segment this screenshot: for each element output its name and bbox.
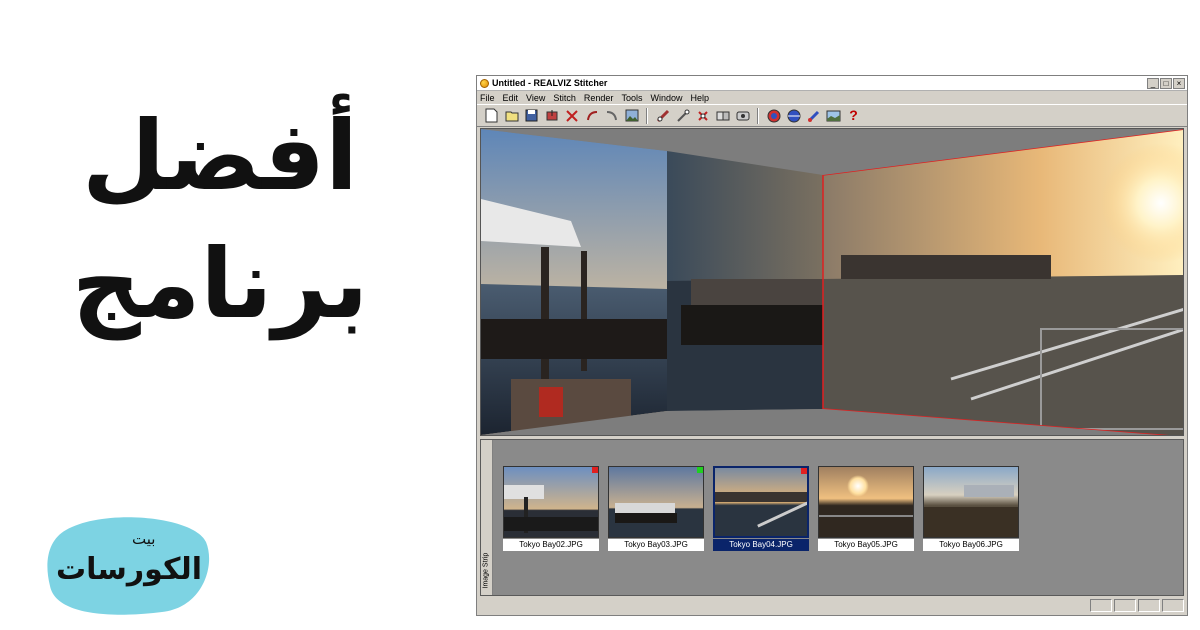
headline-line-2: برنامج [71, 228, 369, 340]
app-icon [480, 78, 489, 88]
brush-icon[interactable] [805, 107, 822, 124]
menu-render[interactable]: Render [584, 93, 614, 103]
delete-stitch-icon[interactable] [694, 107, 711, 124]
thumbnail-2[interactable]: Tokyo Bay03.JPG [608, 466, 704, 552]
close-button[interactable]: × [1173, 77, 1185, 89]
minimize-button[interactable]: _ [1147, 77, 1159, 89]
thumbnail-1[interactable]: Tokyo Bay02.JPG [503, 466, 599, 552]
menu-help[interactable]: Help [690, 93, 709, 103]
auto-stitch-icon[interactable] [714, 107, 731, 124]
status-marker [697, 467, 703, 473]
thumbnail-caption: Tokyo Bay02.JPG [503, 539, 599, 551]
render-icon[interactable] [765, 107, 782, 124]
status-cell [1138, 599, 1160, 612]
menu-file[interactable]: File [480, 93, 495, 103]
thumbnail-caption: Tokyo Bay06.JPG [923, 539, 1019, 551]
toolbar: ? [477, 104, 1187, 127]
status-bar [480, 599, 1184, 613]
thumbnail-3[interactable]: Tokyo Bay04.JPG [713, 466, 809, 552]
thumbnail-image [818, 466, 914, 538]
status-cell [1114, 599, 1136, 612]
image-strip-label: Image Strip [481, 440, 493, 595]
redo-icon[interactable] [603, 107, 620, 124]
status-cell [1090, 599, 1112, 612]
app-window: Untitled - REALVIZ Stitcher _ □ × File E… [476, 75, 1188, 616]
thumbnail-image [608, 466, 704, 538]
new-file-icon[interactable] [483, 107, 500, 124]
thumbnail-caption: Tokyo Bay03.JPG [608, 539, 704, 551]
site-logo: بيت الكورسات [44, 512, 214, 620]
thumbnail-image [923, 466, 1019, 538]
panorama-preview [481, 129, 1183, 435]
status-cell [1162, 599, 1184, 612]
align-icon[interactable] [674, 107, 691, 124]
thumbnail-5[interactable]: Tokyo Bay06.JPG [923, 466, 1019, 552]
thumbnail-image [503, 466, 599, 538]
thumbnail-4[interactable]: Tokyo Bay05.JPG [818, 466, 914, 552]
headline: أفضل برنامج [40, 92, 400, 348]
thumbnail-caption: Tokyo Bay05.JPG [818, 539, 914, 551]
stitch-viewport[interactable] [480, 128, 1184, 436]
headline-line-1: أفضل [81, 100, 359, 212]
help-icon[interactable]: ? [845, 107, 862, 124]
menu-edit[interactable]: Edit [503, 93, 519, 103]
status-marker [592, 467, 598, 473]
window-title: Untitled - REALVIZ Stitcher [492, 78, 608, 88]
maximize-button[interactable]: □ [1160, 77, 1172, 89]
view-icon[interactable] [734, 107, 751, 124]
toolbar-separator [757, 107, 759, 124]
undo-icon[interactable] [583, 107, 600, 124]
menu-view[interactable]: View [526, 93, 545, 103]
sphere-icon[interactable] [785, 107, 802, 124]
title-bar[interactable]: Untitled - REALVIZ Stitcher _ □ × [477, 76, 1187, 91]
import-icon[interactable] [543, 107, 560, 124]
image-strip: Image Strip Tokyo Bay02.JPG Tokyo Bay03.… [480, 439, 1184, 596]
toolbar-separator [646, 107, 648, 124]
save-icon[interactable] [523, 107, 540, 124]
open-file-icon[interactable] [503, 107, 520, 124]
thumbnail-caption: Tokyo Bay04.JPG [713, 539, 809, 551]
logo-small-text: بيت [132, 530, 156, 548]
menu-stitch[interactable]: Stitch [553, 93, 576, 103]
image-strip-label-text: Image Strip [482, 552, 490, 589]
stitch-icon[interactable] [654, 107, 671, 124]
thumbnail-image [713, 466, 809, 538]
status-marker [801, 468, 807, 474]
logo-main-text: الكورسات [56, 552, 202, 587]
menu-tools[interactable]: Tools [621, 93, 642, 103]
window-controls: _ □ × [1147, 77, 1185, 89]
menu-bar: File Edit View Stitch Render Tools Windo… [477, 91, 1187, 104]
image-icon[interactable] [623, 107, 640, 124]
menu-window[interactable]: Window [650, 93, 682, 103]
cut-icon[interactable] [563, 107, 580, 124]
panorama-icon[interactable] [825, 107, 842, 124]
